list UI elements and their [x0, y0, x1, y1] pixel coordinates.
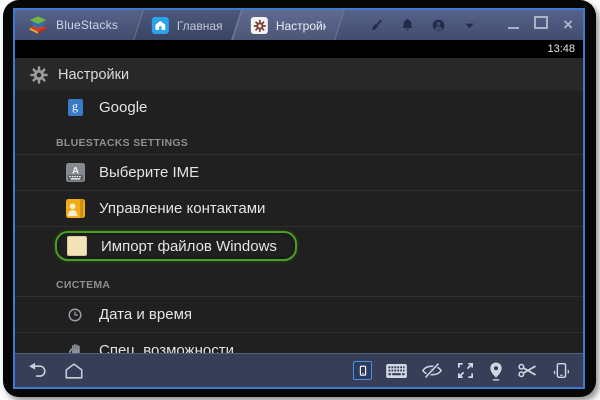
- back-button[interactable]: [27, 361, 48, 380]
- accessibility-hand-icon: [64, 343, 86, 353]
- section-bluestacks-settings: BLUESTACKS SETTINGS: [15, 123, 583, 155]
- status-bar: 13:48: [15, 40, 583, 58]
- section-system: СИСТЕМА: [15, 265, 583, 297]
- row-select-ime-label: Выберите IME: [99, 164, 199, 181]
- gear-icon: [251, 17, 268, 34]
- settings-title: Настройки: [58, 67, 129, 83]
- row-manage-contacts[interactable]: Управление контактами: [15, 191, 583, 226]
- row-date-time[interactable]: Дата и время: [15, 297, 583, 332]
- paint-tool-icon[interactable]: [368, 17, 385, 34]
- bottom-bar: [15, 353, 583, 387]
- window-frame: BlueStacks Главная: [3, 0, 596, 397]
- clock-time: 13:48: [547, 43, 575, 55]
- notifications-bell-icon[interactable]: [399, 17, 416, 34]
- rotate-device-icon[interactable]: [551, 361, 571, 380]
- ime-keyboard-icon: A: [64, 163, 86, 182]
- account-icon[interactable]: [430, 17, 447, 34]
- clock-icon: [64, 307, 86, 323]
- row-accessibility-label: Спец. возможности: [99, 342, 234, 353]
- google-icon: g: [68, 99, 83, 116]
- svg-text:A: A: [72, 165, 79, 176]
- tab-home-label: Главная: [177, 18, 223, 32]
- title-bar: BlueStacks Главная: [15, 10, 583, 40]
- row-windows-import-label: Импорт файлов Windows: [101, 238, 277, 255]
- dropdown-arrow-icon[interactable]: [461, 17, 478, 34]
- row-select-ime[interactable]: A Выберите IME: [15, 155, 583, 190]
- highlight-annotation: Импорт файлов Windows: [55, 231, 297, 261]
- hide-eye-icon[interactable]: [421, 362, 443, 379]
- keyboard-icon[interactable]: [385, 363, 408, 379]
- settings-list: g Google BLUESTACKS SETTINGS A: [15, 91, 583, 353]
- row-manage-contacts-label: Управление контактами: [99, 200, 265, 217]
- close-button[interactable]: ×: [563, 18, 573, 32]
- row-google-label: Google: [99, 99, 147, 116]
- settings-header: Настройки: [15, 58, 583, 91]
- fullscreen-icon[interactable]: [456, 361, 475, 380]
- tab-settings[interactable]: Настройки: [232, 10, 345, 40]
- contacts-icon: [64, 199, 86, 218]
- row-windows-import[interactable]: Импорт файлов Windows: [15, 227, 583, 265]
- cut-scissors-icon[interactable]: [517, 362, 538, 379]
- row-accessibility[interactable]: Спец. возможности: [15, 333, 583, 353]
- dock-device-icon[interactable]: [353, 361, 372, 380]
- bluestacks-logo-icon: [27, 15, 49, 36]
- location-icon[interactable]: [488, 361, 504, 381]
- maximize-button[interactable]: [534, 16, 548, 34]
- windows-import-icon: [67, 236, 87, 256]
- app-title: BlueStacks: [56, 18, 118, 32]
- row-date-time-label: Дата и время: [99, 306, 192, 323]
- bluestacks-window: BlueStacks Главная: [13, 8, 585, 389]
- minimize-button[interactable]: [508, 16, 519, 34]
- home-icon: [152, 17, 169, 34]
- row-google[interactable]: g Google: [15, 91, 583, 123]
- tab-home[interactable]: Главная: [133, 10, 241, 40]
- settings-gear-icon: [29, 65, 49, 85]
- home-button[interactable]: [63, 361, 85, 381]
- tab-settings-label: Настройки: [276, 18, 326, 32]
